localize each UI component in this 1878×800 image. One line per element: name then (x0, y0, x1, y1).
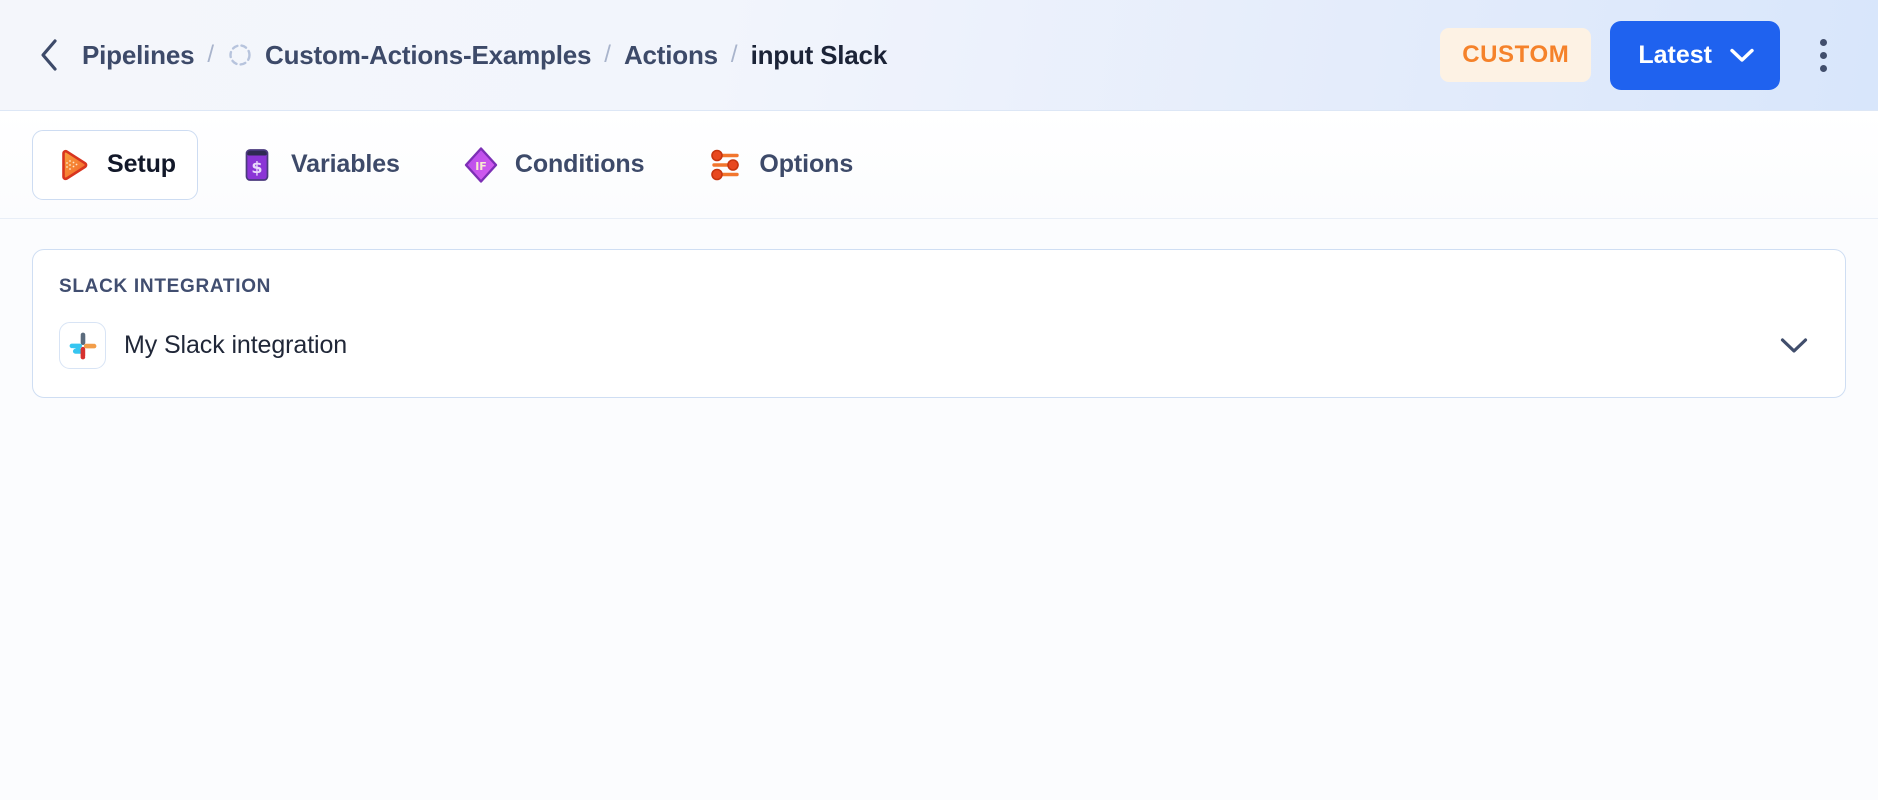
breadcrumb-item-custom-actions-examples[interactable]: Custom-Actions-Examples (265, 40, 591, 71)
dollar-variable-icon: $ (238, 146, 276, 184)
if-diamond-icon: IF (462, 146, 500, 184)
header-actions: CUSTOM Latest (1440, 20, 1842, 90)
tab-bar: Setup $ Variables IF Conditions Options (0, 111, 1878, 219)
slack-integration-value: My Slack integration (124, 331, 348, 359)
chevron-down-icon (1729, 47, 1755, 64)
card-section-label: SLACK INTEGRATION (59, 276, 272, 297)
breadcrumb-separator: / (730, 41, 738, 68)
overflow-menu-button[interactable] (1804, 28, 1842, 82)
version-dropdown-button[interactable]: Latest (1610, 20, 1780, 90)
tab-options[interactable]: Options (684, 130, 875, 200)
tab-setup[interactable]: Setup (32, 129, 198, 200)
tab-variables[interactable]: $ Variables (216, 130, 422, 200)
tab-variables-label: Variables (290, 150, 400, 178)
chevron-down-icon[interactable] (1777, 329, 1811, 363)
main-content: SLACK INTEGRATION My Slack integration (0, 219, 1878, 800)
back-button[interactable] (28, 34, 70, 76)
loading-spinner-icon (227, 42, 253, 68)
breadcrumb: Pipelines / Custom-Actions-Examples / Ac… (82, 40, 1440, 71)
chevron-left-icon (37, 37, 61, 73)
slack-integration-select[interactable]: My Slack integration (59, 322, 1815, 369)
play-triangle-icon (54, 146, 92, 184)
breadcrumb-separator: / (604, 41, 611, 68)
tab-options-label: Options (759, 150, 854, 178)
tab-conditions-label: Conditions (514, 150, 645, 178)
slack-logo-icon (59, 322, 106, 369)
kebab-menu-icon (1819, 38, 1827, 46)
tab-conditions[interactable]: IF Conditions (440, 130, 667, 200)
sliders-icon (706, 146, 744, 184)
svg-text:IF: IF (475, 160, 487, 173)
svg-text:$: $ (251, 158, 262, 177)
breadcrumb-item-current: input Slack (750, 39, 888, 70)
slack-integration-card: SLACK INTEGRATION My Slack integration (32, 249, 1846, 398)
tab-setup-label: Setup (107, 150, 176, 178)
kebab-menu-icon-dot (1819, 51, 1827, 59)
breadcrumb-separator: / (207, 41, 215, 68)
app-root: Pipelines / Custom-Actions-Examples / Ac… (0, 0, 1878, 800)
breadcrumb-item-actions[interactable]: Actions (624, 40, 718, 71)
kebab-menu-icon-dot (1819, 64, 1827, 72)
page-header: Pipelines / Custom-Actions-Examples / Ac… (0, 0, 1878, 111)
version-dropdown-label: Latest (1638, 40, 1712, 69)
breadcrumb-item-pipelines[interactable]: Pipelines (82, 40, 195, 71)
status-badge-custom: CUSTOM (1440, 28, 1592, 82)
